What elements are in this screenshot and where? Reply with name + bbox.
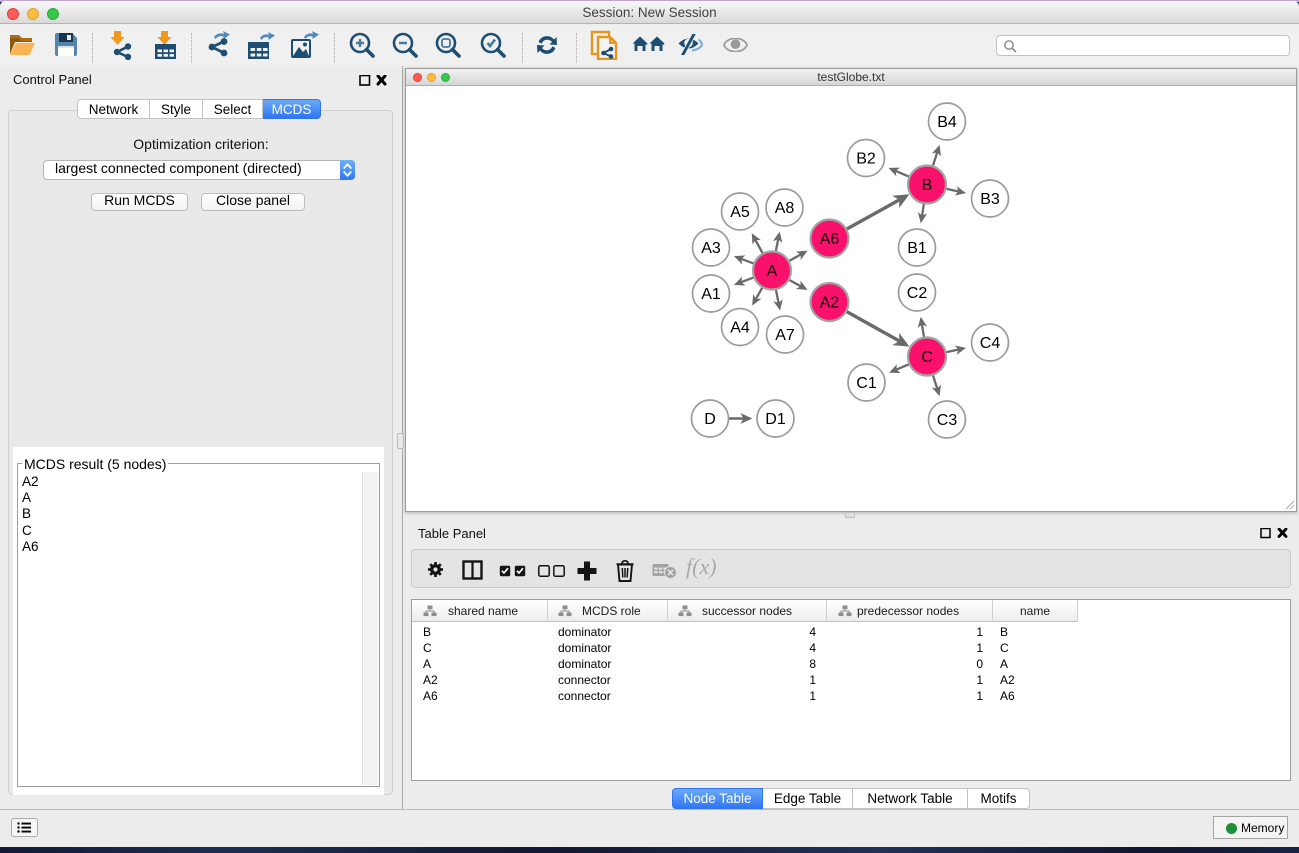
svg-text:A2: A2 xyxy=(820,295,840,312)
svg-text:B1: B1 xyxy=(907,240,927,257)
svg-text:A3: A3 xyxy=(701,240,721,257)
svg-text:A6: A6 xyxy=(820,231,840,248)
svg-text:A: A xyxy=(767,263,778,280)
svg-text:A4: A4 xyxy=(730,320,750,337)
svg-text:B: B xyxy=(922,177,933,194)
svg-text:D: D xyxy=(704,411,716,428)
svg-text:C3: C3 xyxy=(937,412,958,429)
svg-text:B3: B3 xyxy=(980,191,1000,208)
svg-text:A8: A8 xyxy=(775,200,795,217)
svg-text:D1: D1 xyxy=(765,411,786,428)
svg-text:C: C xyxy=(921,349,933,366)
svg-text:A7: A7 xyxy=(775,327,795,344)
svg-text:C2: C2 xyxy=(907,285,928,302)
svg-text:B4: B4 xyxy=(937,114,957,131)
svg-text:C1: C1 xyxy=(856,375,877,392)
svg-text:A1: A1 xyxy=(701,286,721,303)
svg-text:A5: A5 xyxy=(730,204,750,221)
svg-text:B2: B2 xyxy=(856,151,876,168)
svg-text:C4: C4 xyxy=(980,335,1001,352)
